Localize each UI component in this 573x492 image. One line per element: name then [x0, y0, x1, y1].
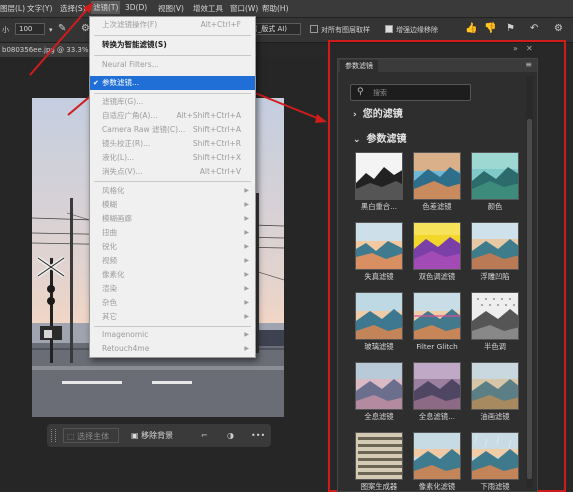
filter-thumb-bw[interactable] — [355, 152, 403, 200]
menu-item-convert-smart-filter[interactable]: 转换为智能滤镜(S) — [90, 38, 255, 52]
menu-separator — [94, 181, 251, 182]
filter-thumb-hologram-2[interactable] — [413, 362, 461, 410]
filter-label: 像素化滤镜 — [418, 482, 456, 491]
submenu-arrow-icon: ▶ — [244, 299, 249, 306]
chevron-right-icon: › — [353, 110, 357, 120]
menu-item-distort[interactable]: 扭曲 ▶ — [90, 226, 255, 240]
menu-item-pixelate[interactable]: 像素化 ▶ — [90, 268, 255, 282]
submenu-arrow-icon: ▶ — [244, 331, 249, 338]
panel-menu-icon[interactable]: ≡ — [525, 60, 532, 69]
filter-menu: 上次滤镜操作(F) Alt+Ctrl+F 转换为智能滤镜(S) Neural F… — [89, 16, 256, 358]
filter-label: 失真滤镜 — [364, 272, 394, 281]
filter-thumb-halftone[interactable] — [471, 292, 519, 340]
filter-label: 双色调滤镜 — [418, 272, 456, 281]
filter-label: Filter Glitch — [416, 342, 458, 351]
filter-thumb-pixelate[interactable] — [413, 432, 461, 480]
menu-separator — [94, 326, 251, 327]
filter-label: 全息滤镜... — [418, 412, 456, 421]
submenu-arrow-icon: ▶ — [244, 187, 249, 194]
filter-thumb-oil-paint[interactable] — [471, 362, 519, 410]
filter-thumb-hologram[interactable] — [355, 362, 403, 410]
filter-thumb-duotone[interactable] — [413, 222, 461, 270]
filter-label: 玻璃滤镜 — [364, 342, 394, 351]
section-your-filters[interactable]: › 您的滤镜 — [353, 105, 403, 120]
submenu-arrow-icon: ▶ — [244, 257, 249, 264]
submenu-arrow-icon: ▶ — [244, 243, 249, 250]
menu-item-vanishing-point[interactable]: 消失点(V)... Alt+Ctrl+V — [90, 165, 255, 179]
filter-label: 黑白重合... — [360, 202, 398, 211]
menu-item-blur[interactable]: 模糊 ▶ — [90, 198, 255, 212]
submenu-arrow-icon: ▶ — [244, 215, 249, 222]
panel-header: 参数滤镜 ≡ — [338, 59, 537, 72]
menu-item-adaptive-wide-angle[interactable]: 自适应广角(A)... Alt+Shift+Ctrl+A — [90, 109, 255, 123]
collapse-icon[interactable]: » — [513, 44, 518, 53]
menu-separator — [94, 35, 251, 36]
submenu-arrow-icon: ▶ — [244, 271, 249, 278]
filter-label: 浮雕凹陷 — [480, 272, 510, 281]
filter-search-input[interactable]: ⚲ 搜索 — [350, 84, 471, 101]
filter-thumb-pattern[interactable] — [355, 432, 403, 480]
submenu-arrow-icon: ▶ — [244, 229, 249, 236]
filter-thumb-color[interactable] — [471, 152, 519, 200]
menu-item-blur-gallery[interactable]: 模糊画廊 ▶ — [90, 212, 255, 226]
menu-item-liquify[interactable]: 液化(L)... Shift+Ctrl+X — [90, 151, 255, 165]
menu-item-last-filter[interactable]: 上次滤镜操作(F) Alt+Ctrl+F — [90, 18, 255, 32]
filter-thumb-chromatic[interactable] — [413, 152, 461, 200]
filter-thumb-distortion[interactable] — [355, 222, 403, 270]
filter-label: 图案生成器 — [360, 482, 398, 491]
submenu-arrow-icon: ▶ — [244, 285, 249, 292]
filter-label: 色差滤镜 — [422, 202, 452, 211]
chevron-down-icon: ⌄ — [353, 135, 361, 145]
menu-item-imagenomic[interactable]: Imagenomic ▶ — [90, 328, 255, 342]
filter-label: 下雨滤镜 — [480, 482, 510, 491]
scrollbar-thumb[interactable] — [527, 119, 532, 479]
menu-separator — [94, 93, 251, 94]
filter-label: 油画滤镜 — [480, 412, 510, 421]
submenu-arrow-icon: ▶ — [244, 313, 249, 320]
menu-item-parametric-filters[interactable]: ✔ 参数滤镜... — [90, 76, 255, 90]
parametric-filters-panel: 参数滤镜 ≡ ⚲ 搜索 › 您的滤镜 ⌄ 参数滤镜 黑白重合... 色差滤镜 颜色 … — [337, 58, 538, 492]
menu-item-other[interactable]: 其它 ▶ — [90, 310, 255, 324]
submenu-arrow-icon: ▶ — [244, 201, 249, 208]
filter-label: 全息滤镜 — [364, 412, 394, 421]
menu-item-filter-gallery[interactable]: 滤镜库(G)... — [90, 95, 255, 109]
filter-thumb-emboss[interactable] — [471, 222, 519, 270]
filter-thumb-rain[interactable] — [471, 432, 519, 480]
filter-label: 半色调 — [484, 342, 506, 351]
panel-tab[interactable]: 参数滤镜 — [340, 60, 378, 72]
submenu-arrow-icon: ▶ — [244, 345, 249, 352]
close-icon[interactable]: ✕ — [526, 44, 533, 53]
menu-item-render[interactable]: 渲染 ▶ — [90, 282, 255, 296]
filter-label: 颜色 — [487, 202, 503, 211]
menu-separator — [94, 55, 251, 56]
menu-item-lens-correction[interactable]: 镜头校正(R)... Shift+Ctrl+R — [90, 137, 255, 151]
menu-item-neural-filters[interactable]: Neural Filters... — [90, 58, 255, 72]
section-parametric-filters[interactable]: ⌄ 参数滤镜 — [353, 130, 407, 145]
menu-item-stylize[interactable]: 风格化 ▶ — [90, 184, 255, 198]
menu-item-camera-raw[interactable]: Camera Raw 滤镜(C)... Shift+Ctrl+A — [90, 123, 255, 137]
search-icon: ⚲ — [357, 87, 364, 97]
filter-thumb-glitch[interactable] — [413, 292, 461, 340]
menu-item-noise[interactable]: 杂色 ▶ — [90, 296, 255, 310]
filter-thumb-glass[interactable] — [355, 292, 403, 340]
menu-item-sharpen[interactable]: 锐化 ▶ — [90, 240, 255, 254]
checkmark-icon: ✔ — [93, 79, 99, 87]
menu-item-retouch4me[interactable]: Retouch4me ▶ — [90, 342, 255, 356]
menu-item-video[interactable]: 视频 ▶ — [90, 254, 255, 268]
